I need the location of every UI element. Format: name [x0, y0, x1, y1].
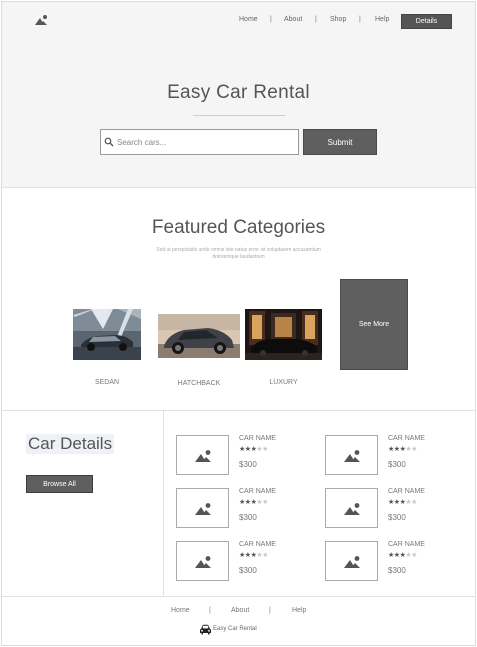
car-listing[interactable]: CAR NAME ★★★★★ $300	[325, 541, 465, 583]
hero-title: Easy Car Rental	[167, 82, 310, 103]
car-thumbnail[interactable]	[176, 435, 229, 475]
rating-stars: ★★★★★	[239, 551, 268, 559]
hatchback-image	[158, 314, 240, 358]
star-icon: ★	[411, 552, 417, 559]
car-price: $300	[239, 513, 257, 522]
see-more-button[interactable]: See More	[340, 279, 408, 370]
car-listing[interactable]: CAR NAME ★★★★★ $300	[176, 488, 316, 530]
featured-categories-section: Featured Categories Sed ut perspiciatis …	[2, 189, 475, 411]
search-box	[100, 129, 299, 155]
car-details-title: Car Details	[26, 434, 115, 454]
image-placeholder-icon	[195, 556, 211, 568]
luxury-image	[245, 309, 322, 360]
footer-separator: |	[209, 607, 211, 614]
star-icon: ★	[411, 499, 417, 506]
car-name: CAR NAME	[239, 435, 276, 442]
car-name: CAR NAME	[388, 435, 425, 442]
title-divider	[193, 115, 285, 116]
sedan-image	[73, 309, 141, 360]
submit-button[interactable]: Submit	[303, 129, 377, 155]
car-price: $300	[388, 566, 406, 575]
car-name: CAR NAME	[388, 488, 425, 495]
nav-link-help[interactable]: Help	[375, 16, 389, 23]
image-placeholder-icon	[195, 450, 211, 462]
car-listing[interactable]: CAR NAME ★★★★★ $300	[325, 435, 465, 477]
category-label: HATCHBACK	[177, 380, 221, 387]
car-icon	[200, 624, 211, 635]
nav-link-home[interactable]: Home	[239, 16, 258, 23]
car-listing[interactable]: CAR NAME ★★★★★ $300	[176, 541, 316, 583]
car-details-section: Car Details Browse All CAR NAME ★★★★★ $300…	[2, 411, 475, 597]
page-frame: Home | About | Shop | Help Details Easy …	[1, 1, 476, 646]
footer-link-help[interactable]: Help	[292, 607, 306, 614]
details-button[interactable]: Details	[401, 14, 452, 29]
image-placeholder-icon	[195, 503, 211, 515]
star-icon: ★	[411, 446, 417, 453]
rating-stars: ★★★★★	[388, 445, 417, 453]
nav-link-shop[interactable]: Shop	[330, 16, 346, 23]
car-thumbnail[interactable]	[176, 488, 229, 528]
footer-separator: |	[269, 607, 271, 614]
top-nav: Home | About | Shop | Help Details	[2, 14, 475, 30]
category-card-sedan[interactable]: SEDAN	[73, 309, 141, 386]
rating-stars: ★★★★★	[388, 551, 417, 559]
car-name: CAR NAME	[388, 541, 425, 548]
image-placeholder-icon	[344, 503, 360, 515]
star-icon: ★	[262, 446, 268, 453]
featured-subtitle: Sed ut perspiciatis unde omnis iste natu…	[156, 247, 321, 260]
nav-separator: |	[359, 16, 361, 23]
column-divider	[163, 411, 164, 597]
car-listing[interactable]: CAR NAME ★★★★★ $300	[325, 488, 465, 530]
footer-brand: Easy Car Rental	[213, 626, 257, 632]
featured-title: Featured Categories	[151, 217, 326, 238]
car-price: $300	[388, 460, 406, 469]
search-input[interactable]	[117, 131, 295, 153]
rating-stars: ★★★★★	[388, 498, 417, 506]
category-card-luxury[interactable]: LUXURY	[245, 309, 322, 386]
search-icon	[104, 137, 114, 147]
nav-link-about[interactable]: About	[284, 16, 302, 23]
car-price: $300	[239, 566, 257, 575]
car-price: $300	[239, 460, 257, 469]
rating-stars: ★★★★★	[239, 445, 268, 453]
rating-stars: ★★★★★	[239, 498, 268, 506]
category-label: SEDAN	[94, 379, 120, 386]
image-placeholder-icon	[344, 556, 360, 568]
car-thumbnail[interactable]	[325, 435, 378, 475]
car-price: $300	[388, 513, 406, 522]
car-thumbnail[interactable]	[325, 541, 378, 581]
hero-section: Home | About | Shop | Help Details Easy …	[2, 2, 475, 188]
category-label: LUXURY	[269, 379, 298, 386]
car-thumbnail[interactable]	[325, 488, 378, 528]
car-listing[interactable]: CAR NAME ★★★★★ $300	[176, 435, 316, 477]
car-thumbnail[interactable]	[176, 541, 229, 581]
browse-all-button[interactable]: Browse All	[26, 475, 93, 493]
footer-link-about[interactable]: About	[231, 607, 249, 614]
footer: Home | About | Help Easy Car Rental	[2, 598, 475, 645]
category-card-hatchback[interactable]: HATCHBACK	[158, 314, 240, 387]
nav-separator: |	[315, 16, 317, 23]
car-name: CAR NAME	[239, 541, 276, 548]
image-placeholder-icon	[344, 450, 360, 462]
star-icon: ★	[262, 499, 268, 506]
star-icon: ★	[262, 552, 268, 559]
nav-separator: |	[270, 16, 272, 23]
footer-link-home[interactable]: Home	[171, 607, 190, 614]
car-name: CAR NAME	[239, 488, 276, 495]
